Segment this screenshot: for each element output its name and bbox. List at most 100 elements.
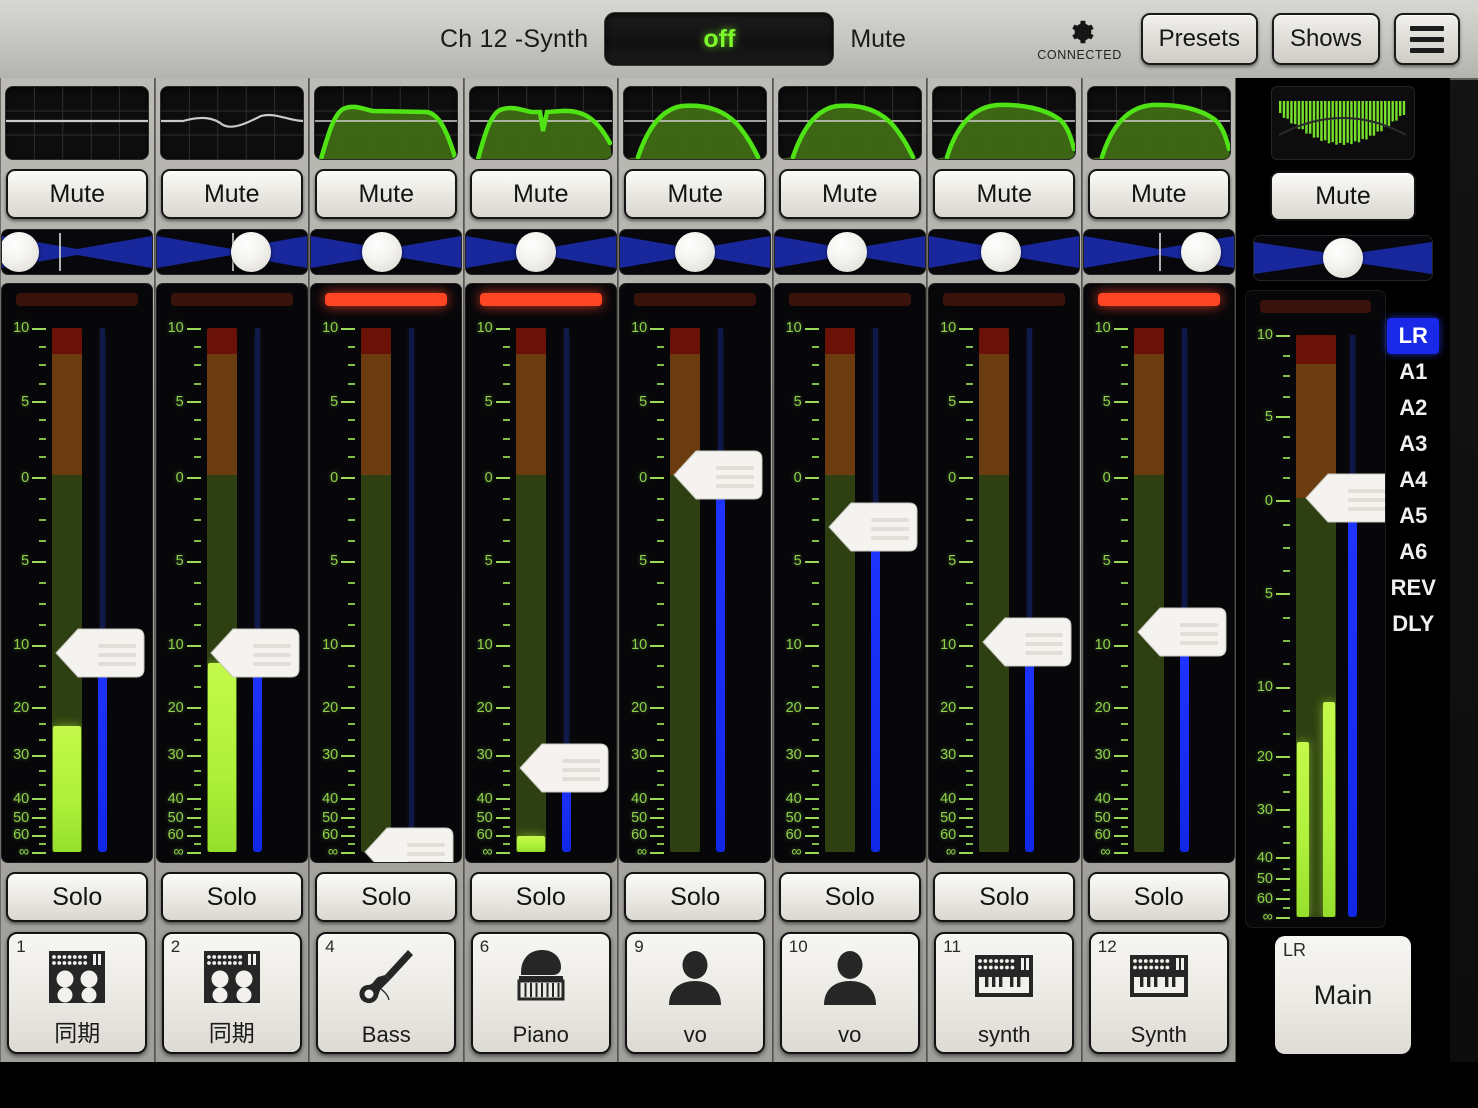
mute-button[interactable]: Mute: [1088, 169, 1230, 219]
channel-name-tile[interactable]: 9vo: [625, 932, 765, 1054]
fader-panel[interactable]: 10505102030405060∞: [465, 283, 617, 863]
fader-track[interactable]: [1025, 328, 1034, 852]
pan-knob[interactable]: [362, 232, 402, 272]
eq-thumbnail[interactable]: [932, 86, 1076, 160]
bus-send-a1[interactable]: A1: [1387, 354, 1439, 390]
scale-tick: 5: [315, 401, 355, 402]
fader-track-fill: [98, 653, 107, 852]
scale-tick-mark: [966, 438, 973, 440]
solo-button[interactable]: Solo: [1088, 872, 1230, 922]
eq-thumbnail[interactable]: [160, 86, 304, 160]
master-balance-slider[interactable]: [1253, 235, 1433, 281]
bus-send-a4[interactable]: A4: [1387, 462, 1439, 498]
master-rta-display[interactable]: [1271, 86, 1415, 160]
eq-thumbnail[interactable]: [469, 86, 613, 160]
eq-thumbnail[interactable]: [5, 86, 149, 160]
solo-button[interactable]: Solo: [161, 872, 303, 922]
presets-button[interactable]: Presets: [1141, 13, 1258, 65]
scale-tick-mark: [1121, 419, 1128, 421]
fader-panel[interactable]: 10505102030405060∞: [774, 283, 926, 863]
hamburger-menu-icon[interactable]: [1394, 13, 1460, 65]
pan-slider[interactable]: [156, 229, 308, 275]
menu-line-2: [1410, 37, 1444, 42]
connection-status-group[interactable]: CONNECTED: [1025, 17, 1135, 62]
fader-track[interactable]: [871, 328, 880, 852]
scale-tick-mark: [194, 739, 201, 741]
pan-knob[interactable]: [231, 232, 271, 272]
scale-tick-mark: [1114, 817, 1128, 819]
fader-track[interactable]: [407, 328, 416, 852]
channel-name-tile[interactable]: 12Synth: [1089, 932, 1229, 1054]
fader-panel[interactable]: 10505102030405060∞: [156, 283, 308, 863]
eq-thumbnail[interactable]: [778, 86, 922, 160]
fader-panel[interactable]: 10505102030405060∞: [928, 283, 1080, 863]
fader-panel[interactable]: 10505102030405060∞: [619, 283, 771, 863]
menu-line-1: [1410, 26, 1444, 31]
fader-panel[interactable]: 10505102030405060∞: [1, 283, 153, 863]
master-name-tile[interactable]: LRMain: [1275, 936, 1411, 1054]
scale-tick-mark: [348, 603, 355, 605]
bus-send-lr[interactable]: LR: [1387, 318, 1439, 354]
eq-thumbnail[interactable]: [623, 86, 767, 160]
pan-slider[interactable]: [310, 229, 462, 275]
mute-button[interactable]: Mute: [933, 169, 1075, 219]
pan-knob[interactable]: [516, 232, 556, 272]
master-fader-track[interactable]: [1348, 335, 1357, 917]
bus-send-rev[interactable]: REV: [1387, 570, 1439, 606]
mute-state-display[interactable]: off: [604, 12, 834, 66]
bus-send-a2[interactable]: A2: [1387, 390, 1439, 426]
mute-button[interactable]: Mute: [6, 169, 148, 219]
fader-track[interactable]: [98, 328, 107, 852]
shows-button[interactable]: Shows: [1272, 13, 1380, 65]
bus-send-a5[interactable]: A5: [1387, 498, 1439, 534]
mute-button[interactable]: Mute: [624, 169, 766, 219]
mute-button[interactable]: Mute: [470, 169, 612, 219]
master-balance-knob[interactable]: [1323, 238, 1363, 278]
channel-name-tile[interactable]: 2同期: [162, 932, 302, 1054]
bus-send-a3[interactable]: A3: [1387, 426, 1439, 462]
fader-panel[interactable]: 10505102030405060∞: [310, 283, 462, 863]
solo-button[interactable]: Solo: [6, 872, 148, 922]
solo-button[interactable]: Solo: [470, 872, 612, 922]
bus-send-dly[interactable]: DLY: [1387, 606, 1439, 642]
master-fader-panel[interactable]: 10505102030405060∞: [1245, 290, 1386, 928]
solo-button[interactable]: Solo: [315, 872, 457, 922]
pan-knob[interactable]: [827, 232, 867, 272]
pan-slider[interactable]: [619, 229, 771, 275]
solo-button[interactable]: Solo: [933, 872, 1075, 922]
pan-slider[interactable]: [1, 229, 153, 275]
solo-button[interactable]: Solo: [624, 872, 766, 922]
eq-thumbnail[interactable]: [1087, 86, 1231, 160]
scale-tick: [315, 687, 355, 688]
fader-track[interactable]: [1180, 328, 1189, 852]
pan-slider[interactable]: [774, 229, 926, 275]
fader-track[interactable]: [253, 328, 262, 852]
pan-slider[interactable]: [1083, 229, 1235, 275]
pan-knob[interactable]: [981, 232, 1021, 272]
mute-button[interactable]: Mute: [779, 169, 921, 219]
solo-button[interactable]: Solo: [779, 872, 921, 922]
scale-tick-mark: [39, 665, 46, 667]
channel-name-tile[interactable]: 6Piano: [471, 932, 611, 1054]
pan-knob[interactable]: [1181, 232, 1221, 272]
bus-send-a6[interactable]: A6: [1387, 534, 1439, 570]
channel-name-tile[interactable]: 1同期: [7, 932, 147, 1054]
mute-button[interactable]: Mute: [161, 169, 303, 219]
fader-track[interactable]: [716, 328, 725, 852]
fader-track-fill: [562, 768, 571, 852]
pan-slider[interactable]: [465, 229, 617, 275]
fader-panel[interactable]: 10505102030405060∞: [1083, 283, 1235, 863]
channel-name-tile[interactable]: 11synth: [934, 932, 1074, 1054]
fader-track[interactable]: [562, 328, 571, 852]
channel-name-tile[interactable]: 10vo: [780, 932, 920, 1054]
scale-tick-label: 5: [1103, 554, 1111, 569]
mute-button[interactable]: Mute: [315, 169, 457, 219]
channel-name-tile[interactable]: 4Bass: [316, 932, 456, 1054]
scale-tick: [1250, 617, 1290, 618]
master-mute-button[interactable]: Mute: [1270, 171, 1416, 221]
eq-thumbnail[interactable]: [314, 86, 458, 160]
pan-knob[interactable]: [675, 232, 715, 272]
pan-slider[interactable]: [928, 229, 1080, 275]
scale-tick-mark: [1283, 396, 1290, 398]
scale-tick-mark: [187, 645, 201, 647]
